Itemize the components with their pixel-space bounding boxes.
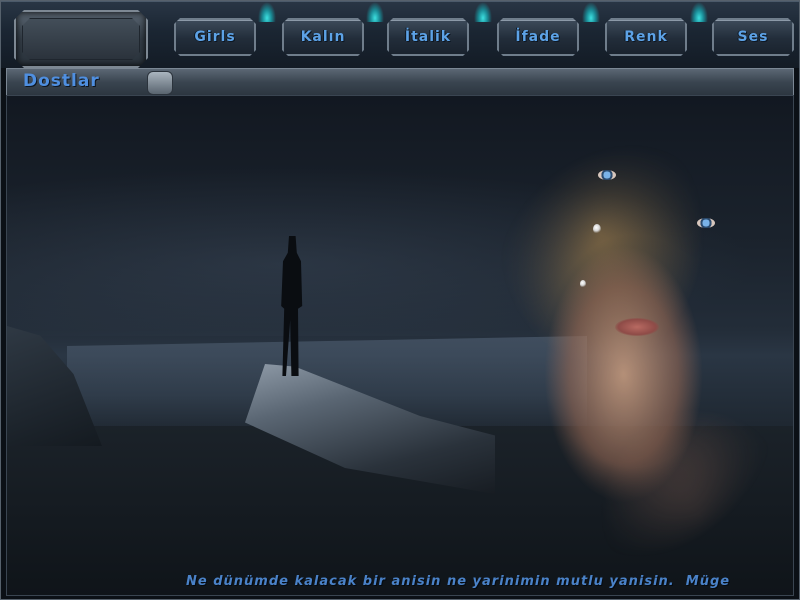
top-toolbar: Girls Kalın İtalik İfade Renk Ses [0,0,800,69]
girls-button[interactable]: Girls [174,18,256,56]
eye [697,218,715,228]
girls-button-label: Girls [194,29,236,45]
lamp-icon [366,2,384,22]
expression-button-label: İfade [515,29,561,45]
lamp-icon [474,2,492,22]
lamp-icon [258,2,276,22]
expression-button[interactable]: İfade [497,18,579,56]
sound-button[interactable]: Ses [712,18,794,56]
lips [615,318,659,336]
title-bar-knob[interactable] [147,71,173,95]
italic-button[interactable]: İtalik [387,18,469,56]
sound-button-label: Ses [737,29,769,45]
title-bar: Dostlar [6,68,794,96]
eye [598,170,616,180]
signature-caption: Ne dünümde kalacak bir anisin ne yarinim… [186,574,731,589]
logo-panel [14,10,148,68]
tear-drop [593,224,601,234]
crying-woman-portrait [452,116,782,586]
lamp-icon [690,2,708,22]
color-button-label: Renk [624,29,668,45]
tear-drop [580,280,586,288]
window-title: Dostlar [23,71,100,91]
lamp-icon [582,2,600,22]
bold-button-label: Kalın [300,29,346,45]
bold-button[interactable]: Kalın [282,18,364,56]
color-button[interactable]: Renk [605,18,687,56]
background-scene [6,95,794,596]
italic-button-label: İtalik [404,29,452,45]
